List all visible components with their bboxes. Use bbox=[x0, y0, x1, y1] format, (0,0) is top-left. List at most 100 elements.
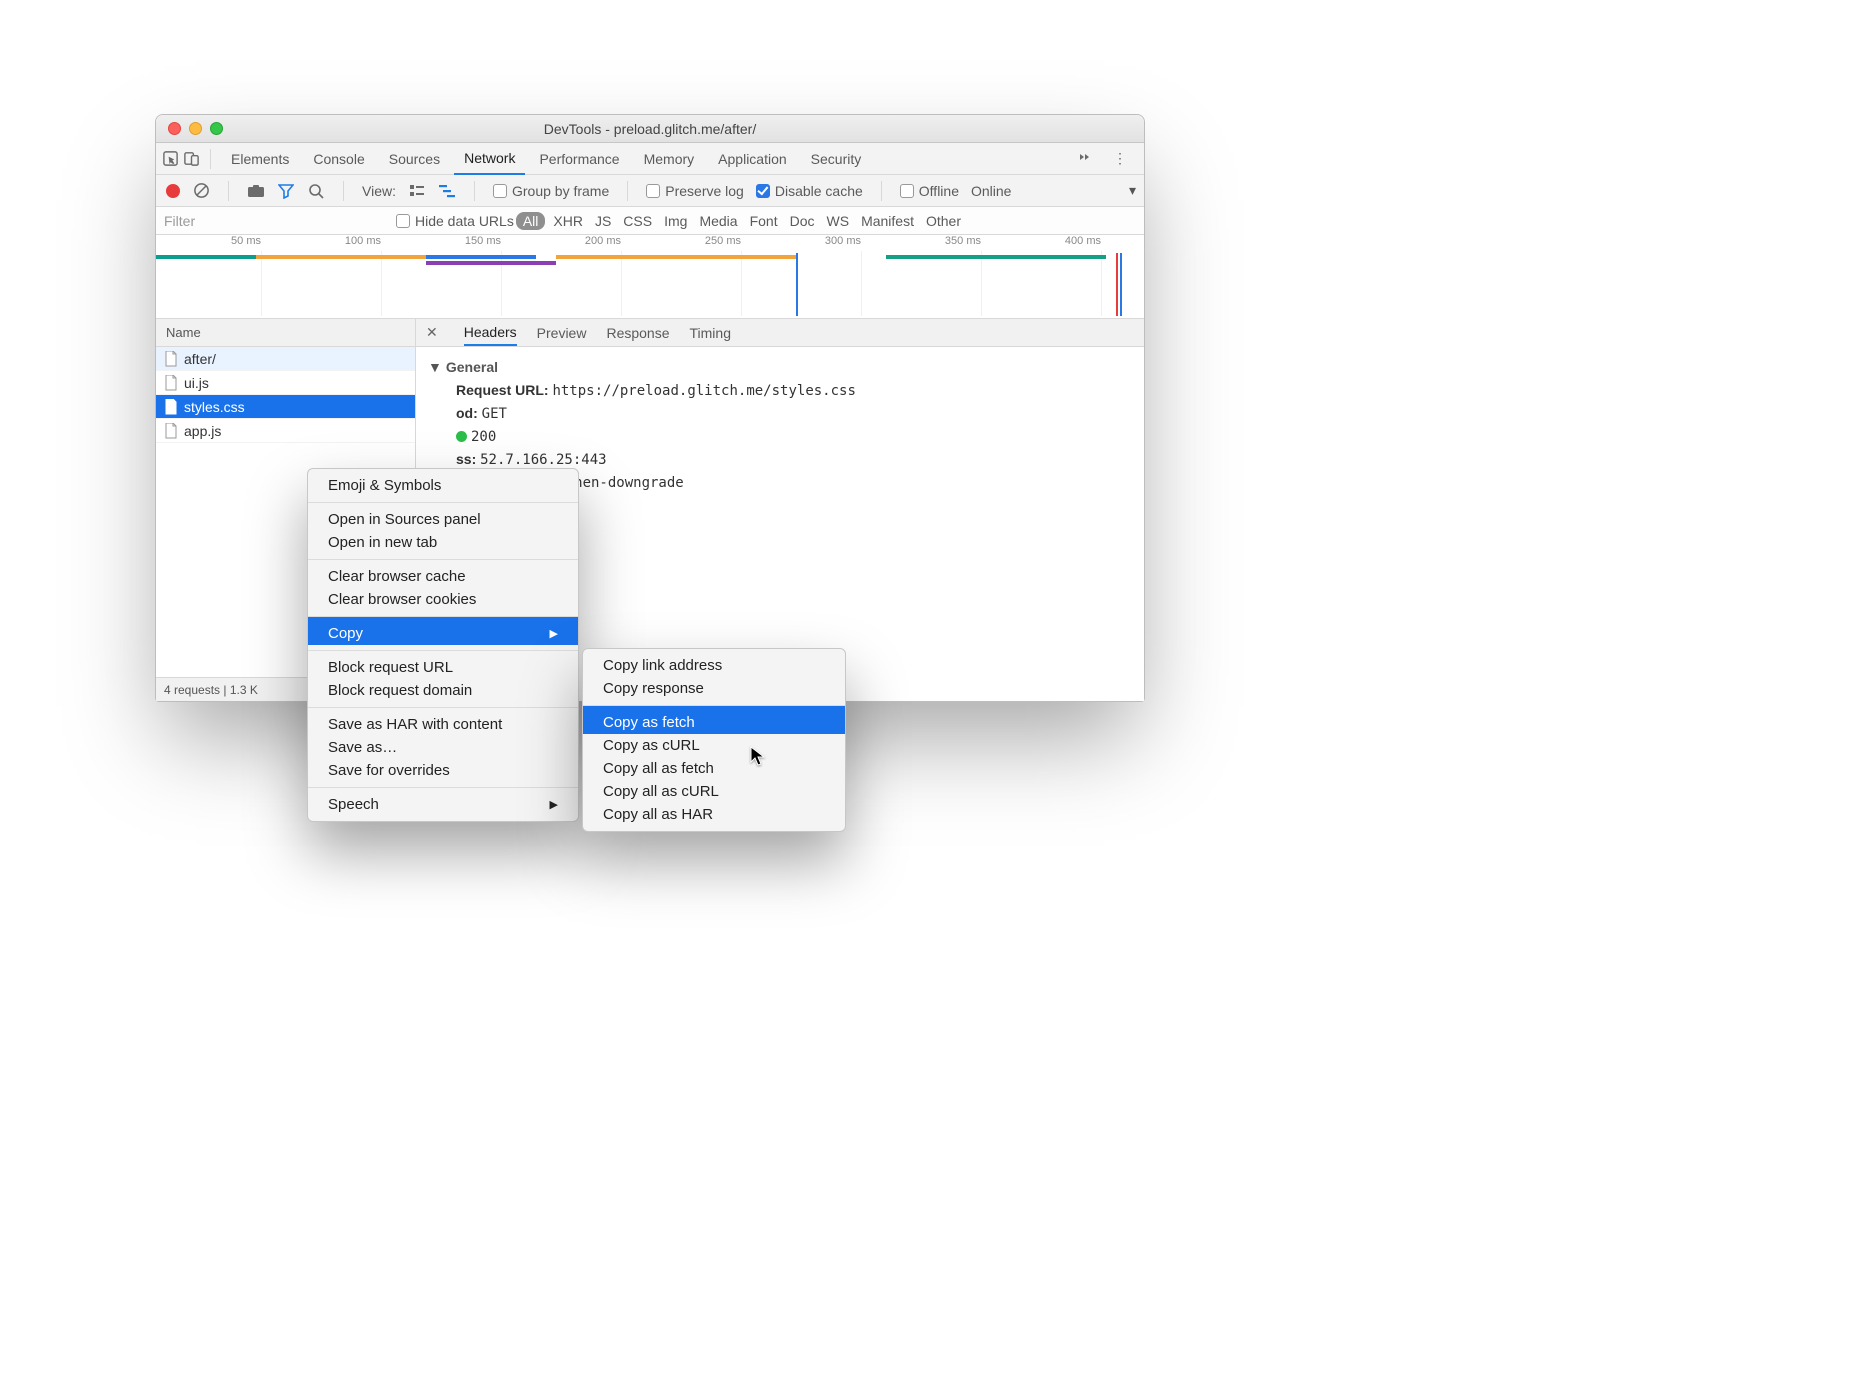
menu-save-as[interactable]: Save as… bbox=[308, 736, 578, 759]
filter-type-js[interactable]: JS bbox=[595, 213, 611, 229]
detail-tab-timing[interactable]: Timing bbox=[690, 325, 732, 341]
menu-block-url[interactable]: Block request URL bbox=[308, 650, 578, 679]
close-detail-icon[interactable]: ✕ bbox=[426, 324, 438, 341]
menu-speech[interactable]: Speech▶ bbox=[308, 787, 578, 816]
menu-clear-cookies[interactable]: Clear browser cookies bbox=[308, 588, 578, 611]
record-icon[interactable] bbox=[166, 184, 180, 198]
menu-copy[interactable]: Copy▶ bbox=[308, 616, 578, 645]
filter-type-other[interactable]: Other bbox=[926, 213, 961, 229]
menu-save-har[interactable]: Save as HAR with content bbox=[308, 707, 578, 736]
search-icon[interactable] bbox=[307, 182, 325, 200]
divider bbox=[881, 181, 882, 201]
document-icon bbox=[164, 423, 178, 439]
timeline-load-line bbox=[1116, 253, 1118, 316]
submenu-arrow-icon: ▶ bbox=[550, 627, 558, 640]
tab-sources[interactable]: Sources bbox=[379, 143, 450, 174]
detail-tab-preview[interactable]: Preview bbox=[537, 325, 587, 341]
document-icon bbox=[164, 399, 178, 415]
more-tabs-icon[interactable] bbox=[1069, 150, 1099, 167]
submenu-copy-all-curl[interactable]: Copy all as cURL bbox=[583, 780, 845, 803]
tab-memory[interactable]: Memory bbox=[634, 143, 705, 174]
disable-cache-checkbox[interactable]: Disable cache bbox=[756, 183, 863, 199]
filter-type-xhr[interactable]: XHR bbox=[553, 213, 583, 229]
hide-data-urls-checkbox[interactable]: Hide data URLs bbox=[396, 213, 514, 229]
filter-icon[interactable] bbox=[277, 182, 295, 200]
submenu-copy-all-fetch[interactable]: Copy all as fetch bbox=[583, 757, 845, 780]
menu-open-sources[interactable]: Open in Sources panel bbox=[308, 502, 578, 531]
screenshot-icon[interactable] bbox=[247, 182, 265, 200]
timeline-tick: 150 ms bbox=[465, 235, 501, 247]
device-toggle-icon[interactable] bbox=[183, 150, 200, 167]
tab-performance[interactable]: Performance bbox=[529, 143, 629, 174]
submenu-copy-as-curl[interactable]: Copy as cURL bbox=[583, 734, 845, 757]
divider bbox=[210, 149, 211, 169]
filter-type-ws[interactable]: WS bbox=[827, 213, 850, 229]
tab-security[interactable]: Security bbox=[801, 143, 872, 174]
timeline-tick: 50 ms bbox=[231, 235, 261, 247]
throttle-select[interactable]: Online bbox=[971, 183, 1011, 199]
zoom-window-icon[interactable] bbox=[210, 122, 223, 135]
menu-block-domain[interactable]: Block request domain bbox=[308, 679, 578, 702]
kv-request-url: Request URL: https://preload.glitch.me/s… bbox=[416, 379, 1144, 402]
document-icon bbox=[164, 375, 178, 391]
request-row[interactable]: after/ bbox=[156, 347, 415, 371]
detail-tabs: ✕ Headers Preview Response Timing bbox=[416, 319, 1144, 347]
window-title: DevTools - preload.glitch.me/after/ bbox=[156, 121, 1144, 137]
request-row[interactable]: app.js bbox=[156, 419, 415, 443]
filter-type-img[interactable]: Img bbox=[664, 213, 687, 229]
submenu-copy-all-har[interactable]: Copy all as HAR bbox=[583, 803, 845, 826]
view-label: View: bbox=[362, 183, 396, 199]
filter-input[interactable]: Filter bbox=[156, 213, 396, 229]
divider bbox=[474, 181, 475, 201]
detail-tab-headers[interactable]: Headers bbox=[464, 324, 517, 346]
request-row[interactable]: ui.js bbox=[156, 371, 415, 395]
detail-tab-response[interactable]: Response bbox=[606, 325, 669, 341]
request-row-selected[interactable]: styles.css bbox=[156, 395, 415, 419]
submenu-copy-link[interactable]: Copy link address bbox=[583, 654, 845, 677]
waterfall-icon[interactable] bbox=[438, 182, 456, 200]
name-column-header[interactable]: Name bbox=[156, 319, 415, 347]
filter-type-doc[interactable]: Doc bbox=[790, 213, 815, 229]
filter-type-css[interactable]: CSS bbox=[623, 213, 652, 229]
menu-open-new-tab[interactable]: Open in new tab bbox=[308, 531, 578, 554]
group-by-frame-checkbox[interactable]: Group by frame bbox=[493, 183, 609, 199]
minimize-window-icon[interactable] bbox=[189, 122, 202, 135]
settings-kebab-icon[interactable]: ⋮ bbox=[1103, 150, 1138, 167]
timeline-band bbox=[556, 255, 796, 259]
inspect-icon[interactable] bbox=[162, 150, 179, 167]
network-main: Name after/ ui.js styles.css app.js bbox=[156, 319, 1144, 701]
status-dot-icon bbox=[456, 431, 467, 442]
filter-type-font[interactable]: Font bbox=[750, 213, 778, 229]
timeline-overview[interactable]: 50 ms 100 ms 150 ms 200 ms 250 ms 300 ms… bbox=[156, 235, 1144, 319]
tab-elements[interactable]: Elements bbox=[221, 143, 299, 174]
tab-console[interactable]: Console bbox=[303, 143, 374, 174]
large-rows-icon[interactable] bbox=[408, 182, 426, 200]
filter-type-all[interactable]: All bbox=[516, 212, 546, 230]
submenu-copy-as-fetch[interactable]: Copy as fetch bbox=[583, 705, 845, 734]
submenu-copy-response[interactable]: Copy response bbox=[583, 677, 845, 700]
close-window-icon[interactable] bbox=[168, 122, 181, 135]
timeline-dcl-line bbox=[1120, 253, 1122, 316]
timeline-tick: 250 ms bbox=[705, 235, 741, 247]
context-menu: Emoji & Symbols Open in Sources panel Op… bbox=[307, 468, 579, 822]
menu-emoji[interactable]: Emoji & Symbols bbox=[308, 474, 578, 497]
divider bbox=[228, 181, 229, 201]
clear-icon[interactable] bbox=[192, 182, 210, 200]
filter-type-media[interactable]: Media bbox=[699, 213, 737, 229]
offline-checkbox[interactable]: Offline bbox=[900, 183, 959, 199]
kv-status: 200 bbox=[416, 425, 1144, 448]
menu-clear-cache[interactable]: Clear browser cache bbox=[308, 559, 578, 588]
filter-type-manifest[interactable]: Manifest bbox=[861, 213, 914, 229]
menu-save-overrides[interactable]: Save for overrides bbox=[308, 759, 578, 782]
traffic-lights bbox=[156, 122, 223, 135]
document-icon bbox=[164, 351, 178, 367]
tab-application[interactable]: Application bbox=[708, 143, 797, 174]
disable-cache-label: Disable cache bbox=[775, 183, 863, 199]
preserve-log-checkbox[interactable]: Preserve log bbox=[646, 183, 744, 199]
timeline-dcl-line bbox=[796, 253, 798, 316]
filter-bar: Filter Hide data URLs All XHR JS CSS Img… bbox=[156, 207, 1144, 235]
section-general[interactable]: ▼ General bbox=[416, 355, 1144, 379]
tab-network[interactable]: Network bbox=[454, 144, 525, 175]
chevron-down-icon[interactable]: ▾ bbox=[1129, 182, 1136, 199]
group-by-frame-label: Group by frame bbox=[512, 183, 609, 199]
